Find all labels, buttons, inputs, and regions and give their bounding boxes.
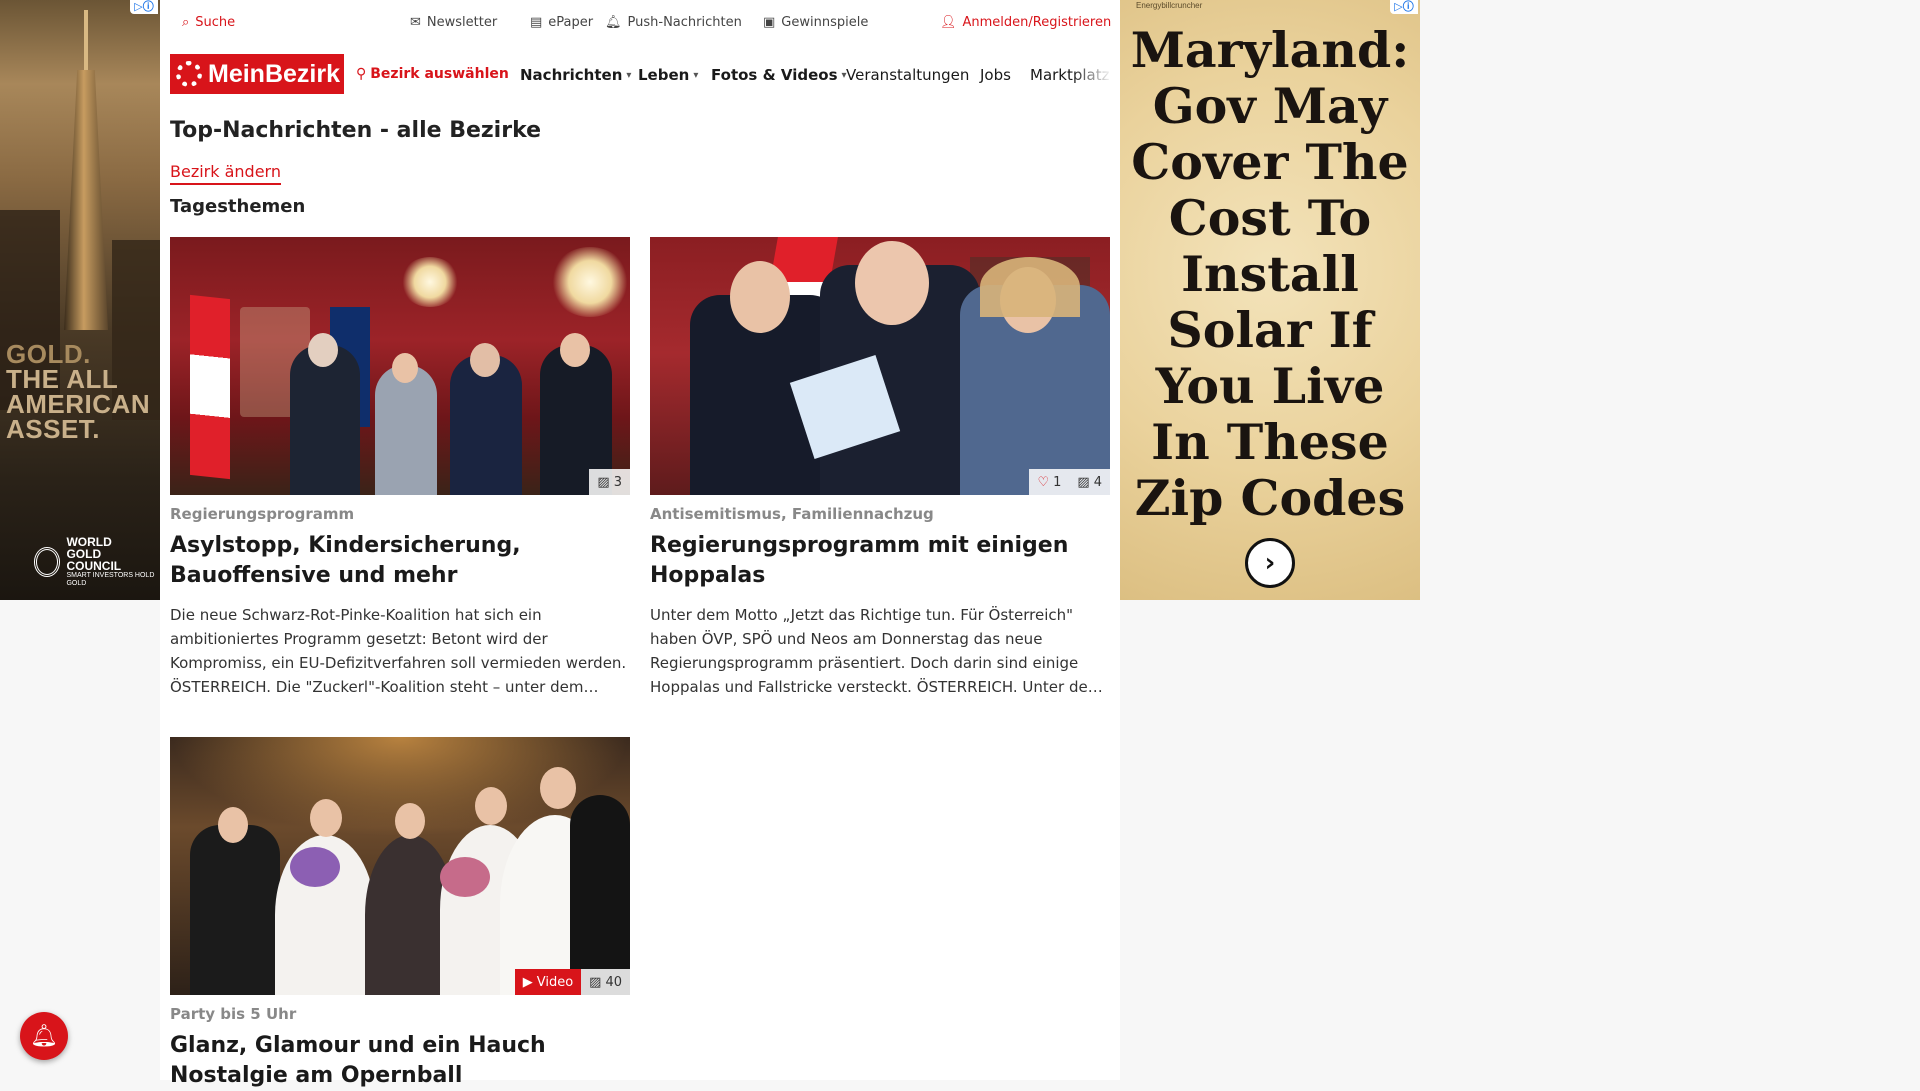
play-icon: ▶ xyxy=(522,974,533,990)
nav-item-leben[interactable]: Leben ▾ xyxy=(638,66,698,84)
chevron-down-icon: ▾ xyxy=(693,69,699,81)
article-card[interactable]: ♡ 1 ▨ 4 Antisemitismus, Familiennachzug … xyxy=(650,237,1110,699)
logo-sun-icon xyxy=(176,61,202,87)
search-link[interactable]: ⌕ Suche xyxy=(182,15,235,30)
media-badges: ▶ Video ▨ 40 xyxy=(514,969,630,995)
video-badge[interactable]: ▶ Video xyxy=(514,969,582,995)
article-category: Party bis 5 Uhr xyxy=(170,1005,297,1023)
nav-item-jobs[interactable]: Jobs xyxy=(980,66,1011,84)
gift-icon: ▣ xyxy=(763,15,776,30)
newspaper-icon: ▤ xyxy=(530,15,543,30)
search-icon: ⌕ xyxy=(182,15,190,30)
media-badges: ▨ 3 xyxy=(589,469,630,495)
main-content: ⌕ Suche ✉ Newsletter ▤ ePaper 🔔︎ Push-Na… xyxy=(160,0,1120,1088)
image-icon: ▨ xyxy=(597,474,610,490)
article-category: Regierungsprogramm xyxy=(170,505,355,523)
nav-item-fotos-videos[interactable]: Fotos & Videos ▾ xyxy=(711,66,847,84)
photo-count-badge: ▨ 4 xyxy=(1069,469,1110,495)
heart-icon: ♡ xyxy=(1037,474,1050,490)
bell-icon: 🔔︎ xyxy=(30,1023,58,1049)
chevron-down-icon: ▾ xyxy=(626,69,632,81)
utility-bar: ⌕ Suche ✉ Newsletter ▤ ePaper 🔔︎ Push-Na… xyxy=(170,0,1112,46)
nav-item-nachrichten[interactable]: Nachrichten ▾ xyxy=(520,66,631,84)
article-category: Antisemitismus, Familiennachzug xyxy=(650,505,934,523)
left-ad-banner[interactable]: GOLD. THE ALL AMERICAN ASSET. WORLD GOLD… xyxy=(0,0,160,600)
article-image[interactable]: ▨ 3 xyxy=(170,237,630,495)
right-ad-headline: Maryland: Gov May Cover The Cost To Inst… xyxy=(1130,21,1410,527)
nav-fade xyxy=(1072,54,1112,94)
map-pin-icon: ⚲ xyxy=(356,66,367,82)
ad-sponsor: Energybillcruncher xyxy=(1136,1,1203,10)
media-badges: ♡ 1 ▨ 4 xyxy=(1029,469,1110,495)
meinbezirk-logo[interactable]: MeinBezirk xyxy=(170,54,344,94)
arrow-right-circle-icon[interactable]: › xyxy=(1245,538,1295,588)
photo-count-badge: ▨ 40 xyxy=(581,969,630,995)
change-district-link[interactable]: Bezirk ändern xyxy=(170,162,281,185)
ad-skyscraper-spire xyxy=(84,10,88,80)
section-title: Tagesthemen xyxy=(170,196,306,217)
left-ad-text: GOLD. THE ALL AMERICAN ASSET. xyxy=(6,339,151,444)
ad-skyscraper xyxy=(64,70,108,330)
image-icon: ▨ xyxy=(1077,474,1090,490)
image-icon: ▨ xyxy=(589,974,602,990)
main-navigation: MeinBezirk ⚲ Bezirk auswählen Nachrichte… xyxy=(170,54,1112,94)
login-link[interactable]: 👤︎ Anmelden/Registrieren xyxy=(940,15,1111,30)
article-image[interactable]: ♡ 1 ▨ 4 xyxy=(650,237,1110,495)
likes-badge[interactable]: ♡ 1 xyxy=(1029,469,1070,495)
wgc-brand: WORLD GOLD COUNCIL xyxy=(66,535,122,573)
select-district-button[interactable]: ⚲ Bezirk auswählen xyxy=(356,66,509,82)
article-teaser: Unter dem Motto „Jetzt das Richtige tun.… xyxy=(650,606,1103,696)
newsletter-link[interactable]: ✉ Newsletter xyxy=(410,15,497,30)
article-headline[interactable]: Asylstopp, Kindersicherung, Bauoffensive… xyxy=(170,531,630,591)
push-notifications-link[interactable]: 🔔︎ Push-Nachrichten xyxy=(605,15,742,30)
nav-item-veranstaltungen[interactable]: Veranstaltungen xyxy=(846,66,969,84)
bell-icon: 🔔︎ xyxy=(605,15,622,30)
article-teaser: Die neue Schwarz-Rot-Pinke-Koalition hat… xyxy=(170,606,627,696)
photo-count-badge: ▨ 3 xyxy=(589,469,630,495)
user-icon: 👤︎ xyxy=(940,15,957,30)
article-card[interactable]: ▨ 3 Regierungsprogramm Asylstopp, Kinder… xyxy=(170,237,630,699)
article-headline[interactable]: Glanz, Glamour und ein Hauch Nostalgie a… xyxy=(170,1031,630,1091)
notification-bell-button[interactable]: 🔔︎ xyxy=(20,1012,68,1060)
right-ad-banner[interactable]: Energybillcruncher Maryland: Gov May Cov… xyxy=(1120,0,1420,600)
mail-icon: ✉ xyxy=(410,15,421,30)
gewinnspiele-link[interactable]: ▣ Gewinnspiele xyxy=(763,15,868,30)
epaper-link[interactable]: ▤ ePaper xyxy=(530,15,593,30)
adchoices-icon[interactable]: ▷ⓘ xyxy=(130,0,158,14)
article-headline[interactable]: Regierungsprogramm mit einigen Hoppalas xyxy=(650,531,1110,591)
article-image[interactable]: ▶ Video ▨ 40 xyxy=(170,737,630,995)
adchoices-icon[interactable]: ▷ⓘ xyxy=(1390,0,1418,14)
article-card[interactable]: ▶ Video ▨ 40 Party bis 5 Uhr Glanz, Glam… xyxy=(170,737,630,1091)
wgc-tagline: SMART INVESTORS HOLD GOLD xyxy=(66,572,155,587)
wgc-ring-icon xyxy=(34,547,61,577)
page-title: Top-Nachrichten - alle Bezirke xyxy=(170,118,542,143)
world-gold-council-logo: WORLD GOLD COUNCIL SMART INVESTORS HOLD … xyxy=(34,536,160,588)
